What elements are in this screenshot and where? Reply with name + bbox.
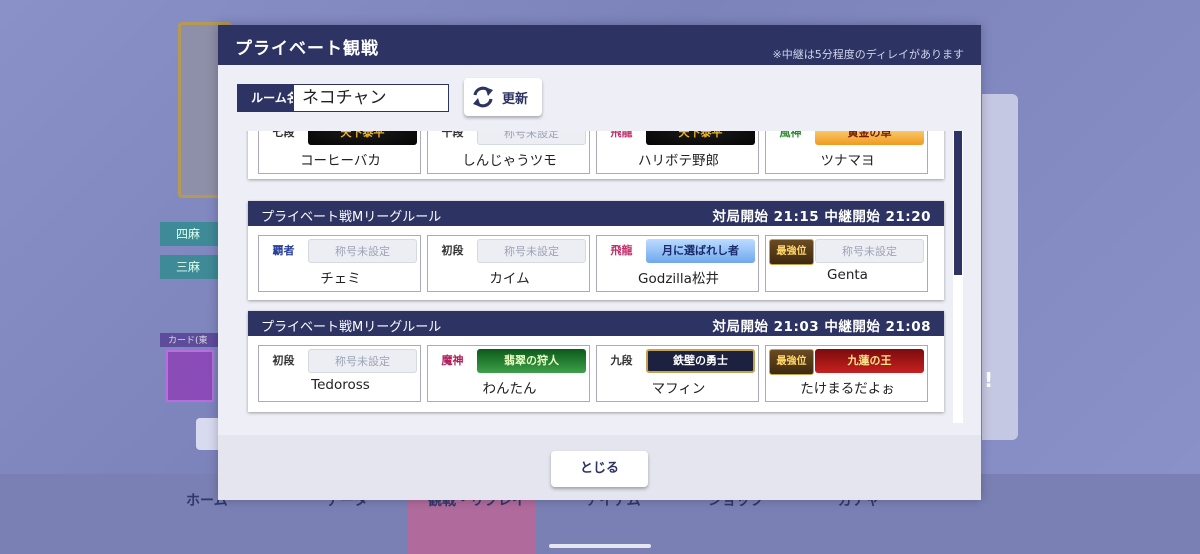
private-watch-dialog: プライベート観戦 ※中継は5分程度のディレイがあります ルーム名 ネコチャン 更… [218, 25, 981, 500]
room-card[interactable]: 七段 天下泰平 コーヒーバカ 十段 称号未設定 しんじゃうツモ 飛龍 天下泰平 … [248, 131, 944, 179]
player-name: ハリボテ野郎 [638, 153, 719, 169]
title-badge: 称号未設定 [308, 239, 417, 263]
delay-note: ※中継は5分程度のディレイがあります [772, 48, 964, 61]
title-badge: 天下泰平 [308, 131, 417, 145]
player-slot: 覇者 称号未設定 チェミ [258, 235, 421, 292]
player-slot: 最強位 九蓮の王 たけまるだよぉ [765, 345, 928, 402]
rank-badge: 十段 [441, 131, 464, 139]
mode-3p-tab: 三麻 [160, 255, 220, 279]
room-time: 対局開始 21:15 中継開始 21:20 [712, 209, 931, 225]
player-name: チェミ [320, 271, 361, 287]
player-name: Tedoross [311, 377, 370, 393]
dialog-title: プライベート観戦 [235, 39, 379, 59]
player-name: たけまるだよぉ [800, 381, 895, 397]
player-name: コーヒーバカ [300, 153, 381, 169]
alert-icon: ! [984, 368, 994, 392]
rank-badge: 初段 [441, 244, 464, 257]
title-badge: 鉄壁の勇士 [646, 349, 755, 373]
player-slot: 七段 天下泰平 コーヒーバカ [258, 131, 421, 174]
player-slot: 九段 鉄壁の勇士 マフィン [596, 345, 759, 402]
room-rule: プライベート戦Mリーグルール [261, 210, 442, 225]
room-card[interactable]: プライベート戦Mリーグルール 対局開始 21:03 中継開始 21:08 初段 … [248, 311, 944, 412]
player-slot: 魔神 翡翠の狩人 わんたん [427, 345, 590, 402]
player-slot: 飛龍 月に選ばれし者 Godzilla松井 [596, 235, 759, 292]
player-name: Genta [827, 267, 868, 283]
title-badge: 天下泰平 [646, 131, 755, 145]
rank-badge: 風神 [779, 131, 802, 139]
title-badge: 月に選ばれし者 [646, 239, 755, 263]
dialog-header: プライベート観戦 ※中継は5分程度のディレイがあります [218, 25, 981, 65]
player-slot: 初段 称号未設定 Tedoross [258, 345, 421, 402]
refresh-label: 更新 [502, 92, 529, 107]
player-name: マフィン [651, 381, 706, 397]
room-header: プライベート戦Mリーグルール 対局開始 21:15 中継開始 21:20 [248, 201, 944, 226]
title-badge: 黄金の卓 [815, 131, 924, 145]
scrollbar-thumb[interactable] [954, 131, 962, 275]
room-header: プライベート戦Mリーグルール 対局開始 21:03 中継開始 21:08 [248, 311, 944, 336]
back-arrow-icon [196, 418, 220, 450]
mode-4p-tab: 四麻 [160, 222, 220, 246]
player-slot: 十段 称号未設定 しんじゃうツモ [427, 131, 590, 174]
player-slot: 飛龍 天下泰平 ハリボテ野郎 [596, 131, 759, 174]
title-badge: 九蓮の王 [815, 349, 924, 373]
rank-badge: 飛龍 [610, 244, 633, 257]
player-name: しんじゃうツモ [462, 153, 557, 169]
rank-badge: 最強位 [769, 239, 814, 265]
player-name: Godzilla松井 [638, 271, 719, 287]
room-time: 対局開始 21:03 中継開始 21:08 [712, 319, 931, 335]
card-label: カード(東 [160, 333, 220, 347]
rank-badge: 覇者 [272, 244, 295, 257]
close-button[interactable]: とじる [551, 451, 648, 487]
rank-badge: 七段 [272, 131, 295, 139]
player-name: カイム [489, 271, 530, 287]
title-badge: 称号未設定 [477, 131, 586, 145]
player-name: ツナマヨ [820, 153, 875, 169]
room-name-input[interactable]: ネコチャン [293, 84, 449, 112]
player-slot: 初段 称号未設定 カイム [427, 235, 590, 292]
rank-badge: 初段 [272, 354, 295, 367]
room-list[interactable]: 七段 天下泰平 コーヒーバカ 十段 称号未設定 しんじゃうツモ 飛龍 天下泰平 … [239, 131, 963, 423]
home-indicator [549, 544, 651, 548]
refresh-button[interactable]: 更新 [464, 78, 542, 116]
title-badge: 翡翠の狩人 [477, 349, 586, 373]
player-slot: 風神 黄金の卓 ツナマヨ [765, 131, 928, 174]
rank-badge: 飛龍 [610, 131, 633, 139]
rank-badge: 最強位 [769, 349, 814, 375]
title-badge: 称号未設定 [308, 349, 417, 373]
card-icon [166, 350, 214, 402]
rank-badge: 九段 [610, 354, 633, 367]
title-badge: 称号未設定 [815, 239, 924, 263]
title-badge: 称号未設定 [477, 239, 586, 263]
player-slot: 最強位 称号未設定 Genta [765, 235, 928, 292]
room-card[interactable]: プライベート戦Mリーグルール 対局開始 21:15 中継開始 21:20 覇者 … [248, 201, 944, 300]
refresh-icon [473, 86, 493, 108]
room-rule: プライベート戦Mリーグルール [261, 320, 442, 335]
player-name: わんたん [482, 381, 537, 397]
rank-badge: 魔神 [441, 354, 464, 367]
